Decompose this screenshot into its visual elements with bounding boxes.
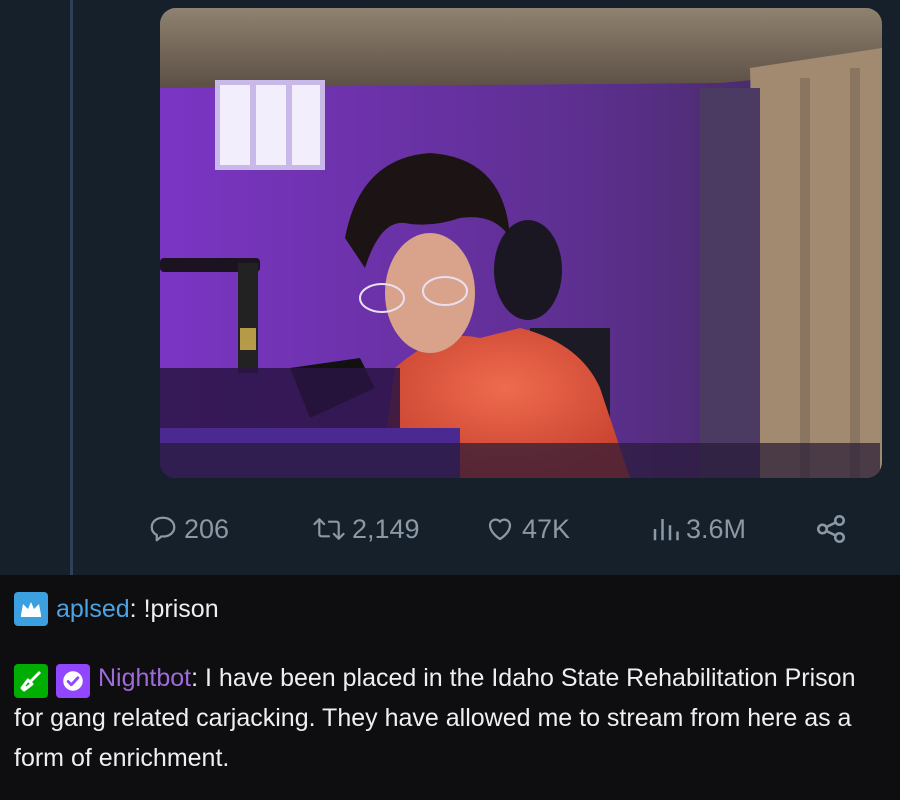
tweet-panel: 206 2,149 47K 3.6M (0, 0, 900, 575)
tweet-action-bar: 206 2,149 47K 3.6M (0, 505, 900, 553)
chat-message-nightbot: Nightbot: I have been placed in the Idah… (14, 658, 884, 778)
retweet-action[interactable]: 2,149 (312, 505, 420, 553)
reply-bubble-icon (150, 516, 176, 542)
share-action[interactable] (814, 505, 848, 553)
chat-message-text: !prison (136, 594, 219, 623)
verified-check-icon (56, 664, 90, 698)
retweet-icon (313, 518, 345, 540)
like-action[interactable]: 47K (484, 505, 570, 553)
chat-separator: : (129, 594, 137, 623)
retweet-count: 2,149 (352, 513, 420, 544)
crown-icon (14, 592, 48, 626)
views-action[interactable]: 3.6M (650, 505, 746, 553)
thread-line (70, 0, 73, 575)
tweet-video[interactable] (160, 8, 882, 478)
views-bar-chart-icon (653, 519, 679, 541)
chat-message-aplsed: aplsed: !prison (14, 592, 219, 626)
like-count: 47K (522, 513, 571, 544)
heart-icon (488, 518, 512, 541)
view-count: 3.6M (686, 513, 747, 544)
moderator-sword-icon (14, 664, 48, 698)
chat-username[interactable]: Nightbot (98, 664, 191, 692)
stream-frame-image (160, 8, 882, 478)
reply-count: 206 (184, 513, 230, 544)
share-nodes-icon (816, 514, 846, 544)
reply-action[interactable]: 206 (148, 505, 229, 553)
chat-username[interactable]: aplsed (56, 595, 130, 624)
